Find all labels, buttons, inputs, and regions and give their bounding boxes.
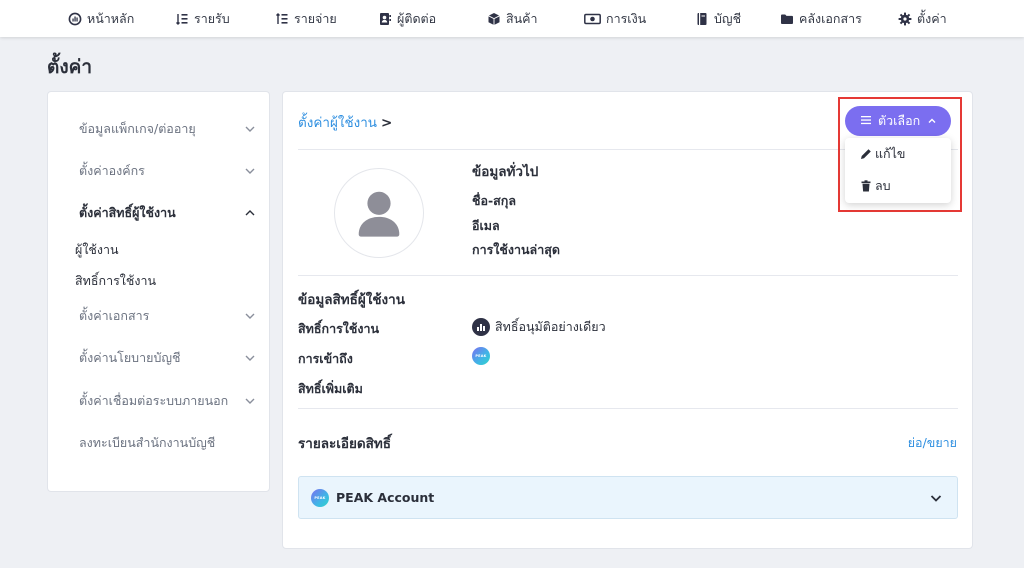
nav-home-label: หน้าหลัก xyxy=(87,10,135,26)
top-navigation: หน้าหลัก รายรับ รายจ่าย ผู้ติดต่อ สินค้า… xyxy=(0,0,1024,37)
sidebar-item-register-office[interactable]: ลงทะเบียนสำนักงานบัญชี xyxy=(48,431,269,455)
chevron-down-icon xyxy=(930,494,942,502)
peak-logo: PEAK xyxy=(311,489,329,507)
edit-menu-label: แก้ไข xyxy=(875,146,906,161)
last-used-field-label: การใช้งานล่าสุด xyxy=(472,242,560,257)
email-field-label: อีเมล xyxy=(472,218,500,233)
user-silhouette-icon xyxy=(358,191,400,237)
nav-documents-label: คลังเอกสาร xyxy=(799,10,862,26)
chevron-down-icon xyxy=(245,313,255,319)
sidebar-subitem-usage-rights[interactable]: สิทธิ์การใช้งาน xyxy=(75,271,156,291)
nav-documents[interactable]: คลังเอกสาร xyxy=(780,0,862,37)
sidebar-item-organization[interactable]: ตั้งค่าองค์กร xyxy=(48,159,269,183)
nav-finance[interactable]: การเงิน xyxy=(584,0,646,37)
folder-icon xyxy=(780,12,794,26)
nav-settings-label: ตั้งค่า xyxy=(917,10,947,26)
sidebar-item-label: ข้อมูลแพ็กเกจ/ต่ออายุ xyxy=(79,121,196,136)
name-field-label: ชื่อ-สกุล xyxy=(472,193,517,208)
sidebar-item-label: ลงทะเบียนสำนักงานบัญชี xyxy=(79,435,216,450)
sidebar-item-user-permissions[interactable]: ตั้งค่าสิทธิ์ผู้ใช้งาน xyxy=(48,201,269,225)
avatar xyxy=(334,168,424,258)
menu-icon xyxy=(861,116,871,125)
chevron-down-icon xyxy=(245,355,255,361)
divider xyxy=(298,275,958,276)
money-icon xyxy=(584,12,601,26)
usage-rights-value: สิทธิ์อนุมัติอย่างเดียว xyxy=(472,317,606,337)
nav-accounting[interactable]: บัญชี xyxy=(695,0,741,37)
nav-contacts-label: ผู้ติดต่อ xyxy=(397,10,437,26)
nav-accounting-label: บัญชี xyxy=(714,10,742,26)
chevron-up-icon xyxy=(245,210,255,216)
sidebar-item-label: ตั้งค่าสิทธิ์ผู้ใช้งาน xyxy=(79,205,176,220)
permissions-heading: ข้อมูลสิทธิ์ผู้ใช้งาน xyxy=(298,292,405,308)
delete-menu-label: ลบ xyxy=(875,178,891,193)
income-icon xyxy=(175,12,189,26)
settings-sidebar: ข้อมูลแพ็กเกจ/ต่ออายุ ตั้งค่าองค์กร ตั้ง… xyxy=(47,91,270,492)
permission-details-heading: รายละเอียดสิทธิ์ xyxy=(298,436,392,452)
usage-rights-label: สิทธิ์การใช้งาน xyxy=(298,321,380,336)
breadcrumb: ตั้งค่าผู้ใช้งาน > xyxy=(298,111,392,133)
usage-rights-text: สิทธิ์อนุมัติอย่างเดียว xyxy=(495,319,606,334)
nav-home[interactable]: หน้าหลัก xyxy=(68,0,134,37)
nav-expense[interactable]: รายจ่าย xyxy=(275,0,337,37)
sidebar-subitem-users[interactable]: ผู้ใช้งาน xyxy=(75,240,119,260)
delete-menu-item[interactable]: ลบ xyxy=(845,172,951,200)
nav-contacts[interactable]: ผู้ติดต่อ xyxy=(378,0,436,37)
gear-icon xyxy=(898,12,912,26)
peak-logo: PEAK xyxy=(472,347,490,365)
sidebar-item-label: ตั้งค่าเชื่อมต่อระบบภายนอก xyxy=(79,393,229,408)
sidebar-item-accounting-policy[interactable]: ตั้งค่านโยบายบัญชี xyxy=(48,346,269,370)
access-value: PEAK xyxy=(472,347,490,365)
sidebar-item-integrations[interactable]: ตั้งค่าเชื่อมต่อระบบภายนอก xyxy=(48,389,269,413)
divider xyxy=(298,408,958,409)
nav-settings[interactable]: ตั้งค่า xyxy=(898,0,947,37)
sidebar-item-label: ตั้งค่าองค์กร xyxy=(79,163,145,178)
peak-account-accordion[interactable]: PEAK PEAK Account xyxy=(298,476,958,519)
breadcrumb-separator: > xyxy=(381,115,393,131)
access-label: การเข้าถึง xyxy=(298,351,353,366)
book-icon xyxy=(695,12,709,26)
contacts-icon xyxy=(378,12,392,26)
nav-products-label: สินค้า xyxy=(506,10,538,26)
chart-bars-icon xyxy=(472,318,490,336)
breadcrumb-user-settings-link[interactable]: ตั้งค่าผู้ใช้งาน xyxy=(298,115,377,131)
nav-finance-label: การเงิน xyxy=(606,10,647,26)
nav-income-label: รายรับ xyxy=(194,10,230,26)
sidebar-item-documents[interactable]: ตั้งค่าเอกสาร xyxy=(48,304,269,328)
nav-income[interactable]: รายรับ xyxy=(175,0,230,37)
pencil-icon xyxy=(861,149,871,159)
page-title: ตั้งค่า xyxy=(47,56,92,78)
sidebar-item-label: ตั้งค่านโยบายบัญชี xyxy=(79,350,181,365)
trash-icon xyxy=(861,180,871,192)
dashboard-icon xyxy=(68,12,82,26)
chevron-up-icon xyxy=(928,118,936,123)
expense-icon xyxy=(275,12,289,26)
chevron-down-icon xyxy=(245,168,255,174)
sidebar-item-label: ตั้งค่าเอกสาร xyxy=(79,308,150,323)
product-box-icon xyxy=(487,12,501,26)
chevron-down-icon xyxy=(245,398,255,404)
nav-expense-label: รายจ่าย xyxy=(294,10,337,26)
general-info-heading: ข้อมูลทั่วไป xyxy=(472,164,539,180)
accordion-label: PEAK Account xyxy=(336,490,435,505)
nav-products[interactable]: สินค้า xyxy=(487,0,538,37)
options-button[interactable]: ตัวเลือก xyxy=(845,106,951,136)
sidebar-item-package[interactable]: ข้อมูลแพ็กเกจ/ต่ออายุ xyxy=(48,117,269,141)
extra-rights-label: สิทธิ์เพิ่มเติม xyxy=(298,381,363,396)
expand-collapse-link[interactable]: ย่อ/ขยาย xyxy=(908,433,957,453)
options-button-label: ตัวเลือก xyxy=(878,113,921,128)
options-dropdown: แก้ไข ลบ xyxy=(845,138,951,203)
edit-menu-item[interactable]: แก้ไข xyxy=(845,140,951,168)
chevron-down-icon xyxy=(245,126,255,132)
